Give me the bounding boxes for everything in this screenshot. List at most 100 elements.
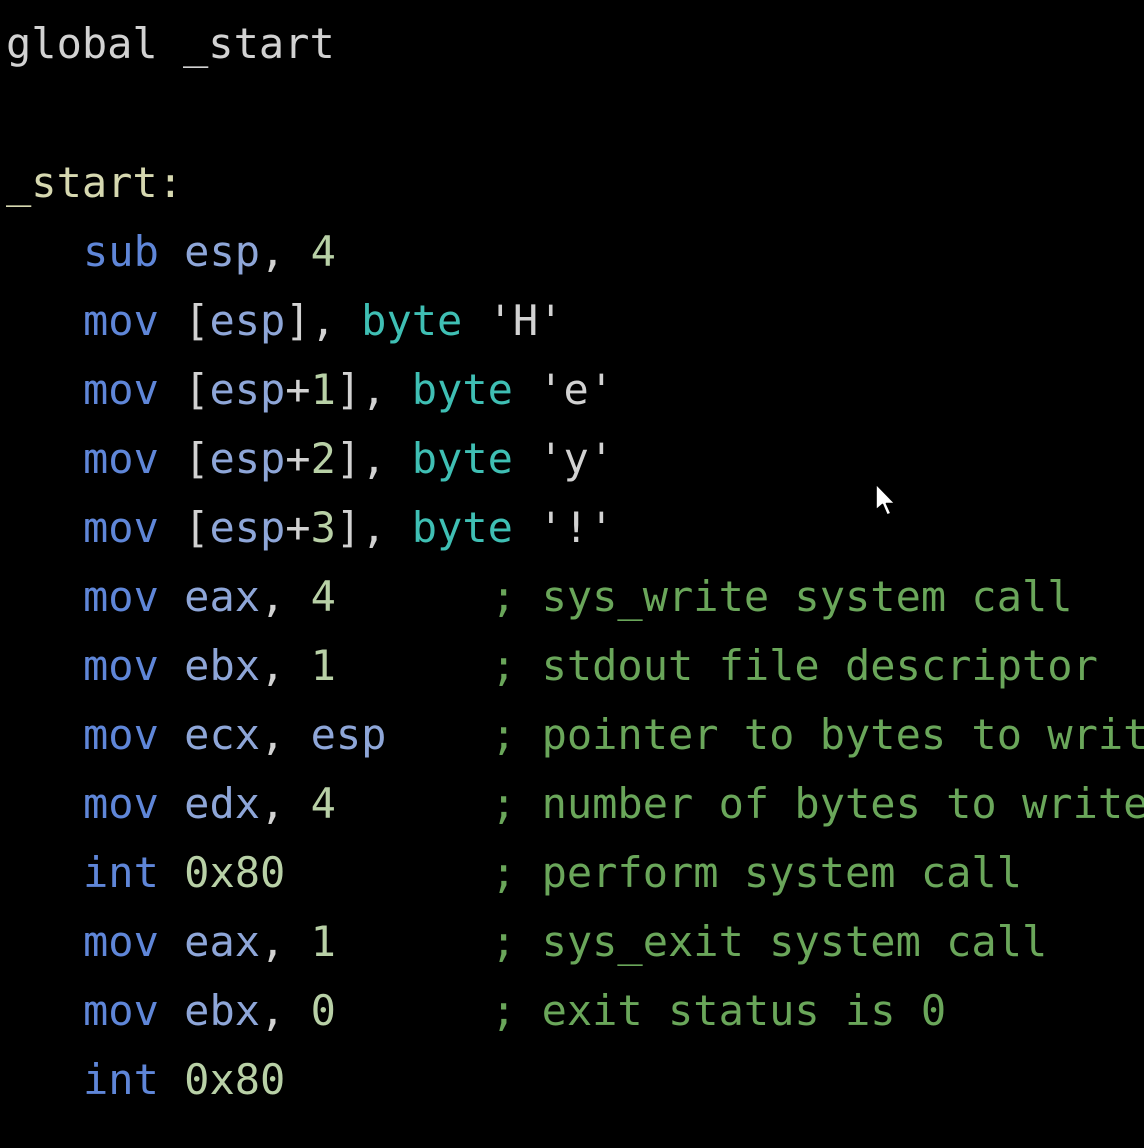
token-instruction: int <box>83 1055 159 1104</box>
code-line-mov-eax-1: mov eax, 1 ; sys_exit system call <box>6 907 1047 976</box>
token-instruction: int <box>83 848 159 897</box>
token-punctuation: , <box>260 917 311 966</box>
token-punctuation: , <box>260 572 311 621</box>
token-instruction: mov <box>83 917 159 966</box>
token-size-keyword: byte <box>411 434 513 483</box>
token-number: 4 <box>310 227 336 276</box>
token-number: 4 <box>310 779 336 828</box>
code-line-mov-y: mov [esp+2], byte 'y' <box>6 424 614 493</box>
token-directive: global <box>6 19 158 68</box>
token-punctuation: [ <box>158 365 210 414</box>
token-punctuation: + <box>285 503 311 552</box>
code-line-mov-bang: mov [esp+3], byte '!' <box>6 493 614 562</box>
token-register: eax <box>184 917 261 966</box>
token-directive: _start <box>183 19 335 68</box>
token-size-keyword: byte <box>361 296 463 345</box>
token-number: 0 <box>310 986 336 1035</box>
code-line-mov-h: mov [esp], byte 'H' <box>6 286 563 355</box>
token-size-keyword: byte <box>411 503 513 552</box>
token-register: ecx <box>184 710 261 759</box>
code-comment: ; exit status is 0 <box>491 986 947 1035</box>
token-punctuation: ], <box>335 365 412 414</box>
token-number: 1 <box>310 641 336 690</box>
code-line-mov-e: mov [esp+1], byte 'e' <box>6 355 614 424</box>
token-instruction: mov <box>83 296 159 345</box>
code-comment: ; pointer to bytes to write <box>491 710 1144 759</box>
code-comment: ; sys_exit system call <box>491 917 1048 966</box>
token-register: esp <box>209 365 286 414</box>
token-punctuation <box>159 227 184 276</box>
token-register: esp <box>184 227 261 276</box>
token-punctuation <box>159 986 184 1035</box>
token-punctuation <box>158 19 183 68</box>
token-instruction: mov <box>83 710 159 759</box>
token-punctuation: , <box>260 227 311 276</box>
token-punctuation: [ <box>158 434 210 483</box>
code-line-global-directive: global _start <box>6 9 335 78</box>
token-string: 'e' <box>538 365 615 414</box>
token-register: ebx <box>184 986 261 1035</box>
code-line-int-80-exit: int 0x80 <box>6 1045 285 1114</box>
token-punctuation: + <box>285 365 311 414</box>
token-punctuation <box>159 779 184 828</box>
token-punctuation <box>159 848 184 897</box>
token-punctuation: [ <box>158 296 210 345</box>
token-punctuation <box>513 503 538 552</box>
code-line-mov-eax-4: mov eax, 4 ; sys_write system call <box>6 562 1073 631</box>
token-instruction: mov <box>83 641 159 690</box>
token-number: 4 <box>310 572 336 621</box>
token-punctuation <box>159 917 184 966</box>
code-view: global _start _start: sub esp, 4 mov [es… <box>6 0 1144 1148</box>
token-instruction: mov <box>83 779 159 828</box>
code-line-mov-edx-4: mov edx, 4 ; number of bytes to write <box>6 769 1144 838</box>
code-line-start-label: _start: <box>6 148 183 217</box>
mouse-pointer-icon <box>875 483 896 516</box>
token-instruction: mov <box>83 986 159 1035</box>
token-number: 0x80 <box>184 848 286 897</box>
token-label: _start: <box>6 158 184 207</box>
token-punctuation <box>513 365 538 414</box>
token-number: 3 <box>310 503 336 552</box>
token-instruction: mov <box>83 434 159 483</box>
token-register: esp <box>209 434 286 483</box>
token-register: ebx <box>184 641 261 690</box>
token-number: 2 <box>310 434 336 483</box>
token-number: 1 <box>310 365 336 414</box>
code-line-mov-ebx-1: mov ebx, 1 ; stdout file descriptor <box>6 631 1098 700</box>
token-punctuation <box>159 572 184 621</box>
code-comment: ; number of bytes to write <box>491 779 1144 828</box>
token-string: 'H' <box>487 296 564 345</box>
token-punctuation <box>462 296 487 345</box>
token-punctuation: ], <box>335 434 412 483</box>
token-string: 'y' <box>538 434 615 483</box>
token-punctuation: , <box>260 779 311 828</box>
token-number: 0x80 <box>184 1055 286 1104</box>
token-punctuation: ], <box>335 503 412 552</box>
token-register: esp <box>209 296 286 345</box>
token-punctuation <box>159 1055 184 1104</box>
token-punctuation: [ <box>158 503 210 552</box>
token-register: esp <box>310 710 387 759</box>
token-punctuation: , <box>260 986 311 1035</box>
token-instruction: mov <box>83 572 159 621</box>
token-punctuation: ], <box>285 296 362 345</box>
code-line-mov-ecx-esp: mov ecx, esp ; pointer to bytes to write <box>6 700 1144 769</box>
code-comment: ; sys_write system call <box>491 572 1073 621</box>
token-punctuation <box>159 641 184 690</box>
token-number: 1 <box>310 917 336 966</box>
token-punctuation <box>159 710 184 759</box>
token-register: eax <box>184 572 261 621</box>
token-size-keyword: byte <box>411 365 513 414</box>
token-instruction: mov <box>83 503 159 552</box>
token-punctuation <box>513 434 538 483</box>
token-instruction: sub <box>83 227 159 276</box>
code-comment: ; stdout file descriptor <box>491 641 1098 690</box>
token-instruction: mov <box>83 365 159 414</box>
token-register: edx <box>184 779 261 828</box>
token-punctuation: , <box>260 710 311 759</box>
token-register: esp <box>209 503 286 552</box>
code-line-int-80: int 0x80 ; perform system call <box>6 838 1022 907</box>
code-comment: ; perform system call <box>491 848 1023 897</box>
token-string: '!' <box>538 503 615 552</box>
code-line-mov-ebx-0: mov ebx, 0 ; exit status is 0 <box>6 976 946 1045</box>
